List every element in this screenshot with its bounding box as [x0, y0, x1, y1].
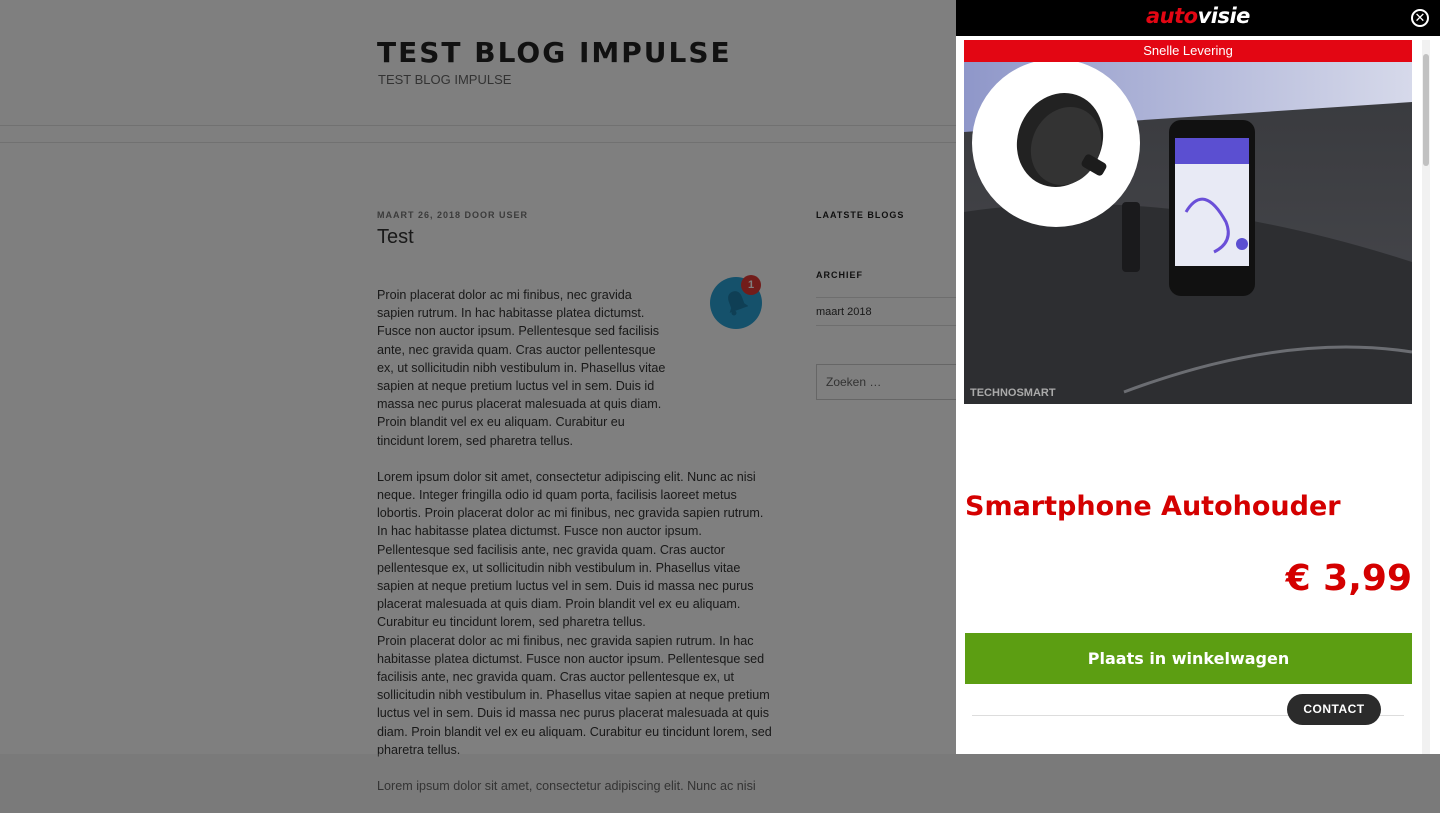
product-image: TECHNOSMART [964, 62, 1412, 404]
post-paragraph: Lorem ipsum dolor sit amet, consectetur … [377, 779, 756, 794]
add-to-cart-button[interactable]: Plaats in winkelwagen [965, 633, 1412, 684]
product-title: Smartphone Autohouder [965, 491, 1341, 522]
panel-scrollbar[interactable] [1422, 40, 1430, 754]
product-photo: TECHNOSMART [964, 62, 1412, 404]
image-watermark: TECHNOSMART [970, 387, 1056, 399]
close-icon[interactable]: ✕ [1411, 9, 1429, 27]
delivery-banner: Snelle Levering [964, 40, 1412, 62]
logo-part-visie: visie [1197, 4, 1251, 28]
logo-part-auto: auto [1146, 4, 1198, 28]
product-price: € 3,99 [1285, 558, 1412, 599]
modal-overlay[interactable] [0, 0, 956, 754]
autovisie-logo: autovisie [1146, 4, 1250, 28]
product-panel: autovisie ✕ Snelle Levering TECHNOSMART … [956, 0, 1440, 754]
panel-header: autovisie ✕ [956, 0, 1440, 36]
contact-button[interactable]: CONTACT [1287, 694, 1381, 725]
scrollbar-thumb[interactable] [1423, 54, 1429, 166]
